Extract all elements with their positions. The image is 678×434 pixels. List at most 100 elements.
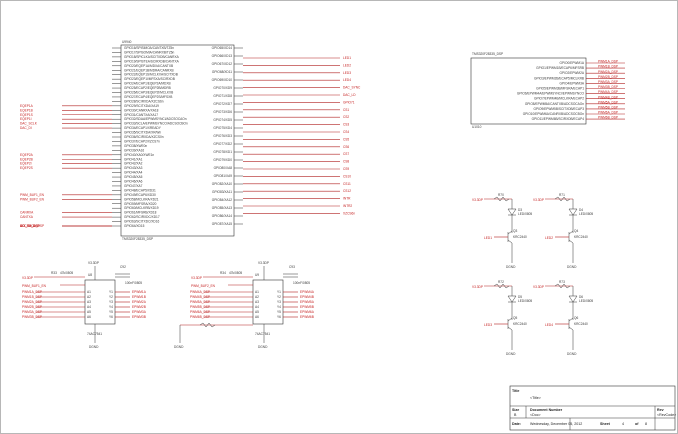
buffer-output-net: EPWM6A <box>300 310 315 314</box>
dsp-u1-pin-label: GPIO44/XA4 <box>124 171 143 175</box>
buffer-pin-y: Y6 <box>109 315 113 319</box>
dsp-u2-pin-label: GPIO1/EPWM1B/ECAP6/MFSRB <box>536 66 584 70</box>
buf1-res-value: 47k/0805 <box>60 271 73 275</box>
pwm-buffer-2: V3.3DP R34 47k/0805 U9 V3.3DP 74AC7541 D… <box>174 261 315 349</box>
led-part: LED/0805 <box>518 212 532 216</box>
transistor-ref: Q3 <box>513 229 517 233</box>
dsp-u1-net-label: CS10 <box>343 174 351 178</box>
dsp-u1-net-label: GPIO71 <box>343 100 355 104</box>
dsp-u1-pin-label: GPIO28/SCIRXDA/XZCS6n <box>124 99 164 103</box>
led-supply: V3.3DP <box>533 198 544 202</box>
dsp-u1-net-label: EQEP1S <box>20 113 33 117</box>
dsp-u1-net-label: CANRXA <box>20 211 34 215</box>
buf2-ref: U9 <box>255 273 259 277</box>
dsp-u1-pin-label: GPIO83/XA11 <box>212 190 232 194</box>
dsp-u1-net-label: LED1 <box>343 56 351 60</box>
buffer-pin-y: Y5 <box>109 310 113 314</box>
dsp-u1-pin-label: GPIO24/ECAP1/EQEP2A/MDXB <box>124 82 171 86</box>
led-part: LED/0805 <box>579 299 593 303</box>
led-driver: V3.3DPR73D6LED/0805Q6KRC2440LED4DGND <box>533 280 593 356</box>
dsp-u1-net-label: XZCS6n <box>343 211 355 215</box>
title-label: Title <box>512 389 519 393</box>
date-label: Date: <box>512 422 521 426</box>
buf2-res-ref: R34 <box>220 271 226 275</box>
buffer-pin-a: A4 <box>255 305 259 309</box>
buf1-part: 74AC7541 <box>87 332 102 336</box>
transistor-collector <box>507 230 513 235</box>
dsp-u1-pin-label: GPIO69/XD10 <box>212 78 233 82</box>
dsp-u2-net-label: PWM6B_DSP <box>598 116 618 120</box>
buffer-output-net: EPWM5B <box>300 305 314 309</box>
dsp-u1-net-label: LED2 <box>343 63 351 67</box>
sheet-value: 4 <box>622 422 624 426</box>
buffer-pin-y: Y1 <box>277 290 281 294</box>
dsp-u1-pin-label: GPIO87/XA15 <box>212 222 232 226</box>
dsp-u2-net-label: PWM2B_DSP <box>598 75 618 79</box>
buf2-cap-value: 100nF/0805 <box>293 281 310 285</box>
dsp-u1-pin-label: GPIO22/EQEP1S/MCLKXA/SCITXDB <box>124 73 178 77</box>
dsp-u1-pin-label: GPIO18/SPICLKA/SCITXDB/CANRXA <box>124 55 180 59</box>
dsp-u1-pin-label: GPIO68/XD11 <box>212 70 232 74</box>
dsp-u1-net-label: CS8 <box>343 160 349 164</box>
dsp-u1-net-label: PWM_BUF2_EN <box>20 197 45 201</box>
dsp-u1-pin-label: GPIO37/ECAP2/XZCS7n <box>124 139 160 143</box>
dsp-u2-pin-label: GPIO10/EPWM6A/CANRXB/ADCSOCBOn <box>523 112 585 116</box>
buffer-pin-a: A6 <box>255 315 259 319</box>
dsp-u1-net-label: EQEP2S <box>20 166 33 170</box>
dsp-u2-pin-label: GPIO3/EPWM2B/ECAP5/MCLKRB <box>534 76 584 80</box>
dsp-u1-net-label: LED4 <box>343 78 351 82</box>
dsp-u2-pin-label: GPIO0/EPWM1A <box>560 61 585 65</box>
led-supply: V3.3DP <box>472 198 483 202</box>
buf2-pullup-gnd: DGND <box>174 345 184 349</box>
led-gnd: DGND <box>506 352 516 356</box>
buf1-ref: U8 <box>88 273 92 277</box>
led-diode-symbol <box>507 295 517 303</box>
transistor-part: KRC2440 <box>513 322 527 326</box>
buffer-pin-a: A3 <box>87 300 91 304</box>
buffer-pin-a: A2 <box>255 295 259 299</box>
buffer-output-net: EPWM6B <box>300 315 314 319</box>
title-block: Title <Title> Size B Document Number <Do… <box>509 385 676 431</box>
dsp-u1-pin-label: GPIO64/XD15 <box>124 224 145 228</box>
dsp-u1-net-label: CS5 <box>343 137 349 141</box>
dsp-u1-net-label: INTR2 <box>343 204 352 208</box>
buffer-output-net: EPWM4B <box>300 295 314 299</box>
dsp-u1-pin-label: GPIO65/XD14 <box>212 46 233 50</box>
dsp-u1-pin-label: GPIO36/SCIRXDA/XZCS0n <box>124 135 164 139</box>
dsp-u1-pin-label: GPIO45/XA5 <box>124 175 143 179</box>
date-value: Wednesday, December 05, 2012 <box>530 422 582 426</box>
buffer-pin-a: A6 <box>87 315 91 319</box>
led-part: LED/0805 <box>579 212 593 216</box>
dsp-u2: U1010 TMS320F28335_DSP GPIO0/EPWM1A PWM1A… <box>470 52 625 129</box>
led-net-label: LED4 <box>545 323 553 327</box>
buffer-output-net: EPWM2B <box>132 305 146 309</box>
dsp-u1-pin-label: GPIO17/SPISOMIA/CANRXB/TZ6n <box>124 50 175 54</box>
transistor-emitter <box>507 239 513 244</box>
size-label: Size <box>512 408 519 412</box>
docnum-value: <Doc> <box>530 413 541 417</box>
transistor-collector <box>507 317 513 322</box>
dsp-u2-pin-label: GPIO7/EPWM4B/MCLKRA/ECAP2 <box>534 97 584 101</box>
dsp-u1-pin-label: GPIO72/XD7 <box>213 102 232 106</box>
led-net-label: LED3 <box>484 323 492 327</box>
dsp-u1-pin-label: GPIO81/XA9 <box>214 174 233 178</box>
dsp-u2-net-label: PWM2A_DSP <box>598 70 618 74</box>
transistor-ref: Q6 <box>574 316 578 320</box>
dsp-u1-pin-label: GPIO77/XD2 <box>213 142 232 146</box>
led-gnd: DGND <box>506 265 516 269</box>
dsp-u1-pin-label: GPIO30/CANRXA/XA18 <box>124 108 159 112</box>
dsp-u1-net-label: CANTXA <box>20 215 34 219</box>
buf1-res-ref: R33 <box>51 271 57 275</box>
buf2-io: PWM4A_DSP A1 Y1 EPWM4APWM4B_DSP A2 Y2 EPWM4BPW… <box>190 290 315 319</box>
dsp-u1-pin-label: GPIO41/XA1 <box>124 157 143 161</box>
dsp-u1: U9940 TMS320F28335_DSP GPIO16/SPISIMOA/C… <box>20 40 361 241</box>
led-driver: V3.3DPR72D5LED/0805Q5KRC2440LED3DGND <box>472 280 532 356</box>
buffer-pin-a: A5 <box>87 310 91 314</box>
dsp-u1-pin-label: GPIO29/SCITXDA/XA19 <box>124 104 159 108</box>
dsp-u1-net-label: CS2 <box>343 115 349 119</box>
dsp-u2-pin-label: GPIO8/EPWM5A/CANTXB/ADCSOCAOn <box>525 102 584 106</box>
dsp-u1-pin-label: GPIO31/CANTXA/XA17 <box>124 113 158 117</box>
dsp-u1-pin-label: GPIO26/ECAP3/EQEP2I/MCLKXB <box>124 91 173 95</box>
buf2-enable: PWM_BUF2_EN <box>191 284 216 288</box>
dsp-u1-pin-label: GPIO82/XA10 <box>212 182 232 186</box>
